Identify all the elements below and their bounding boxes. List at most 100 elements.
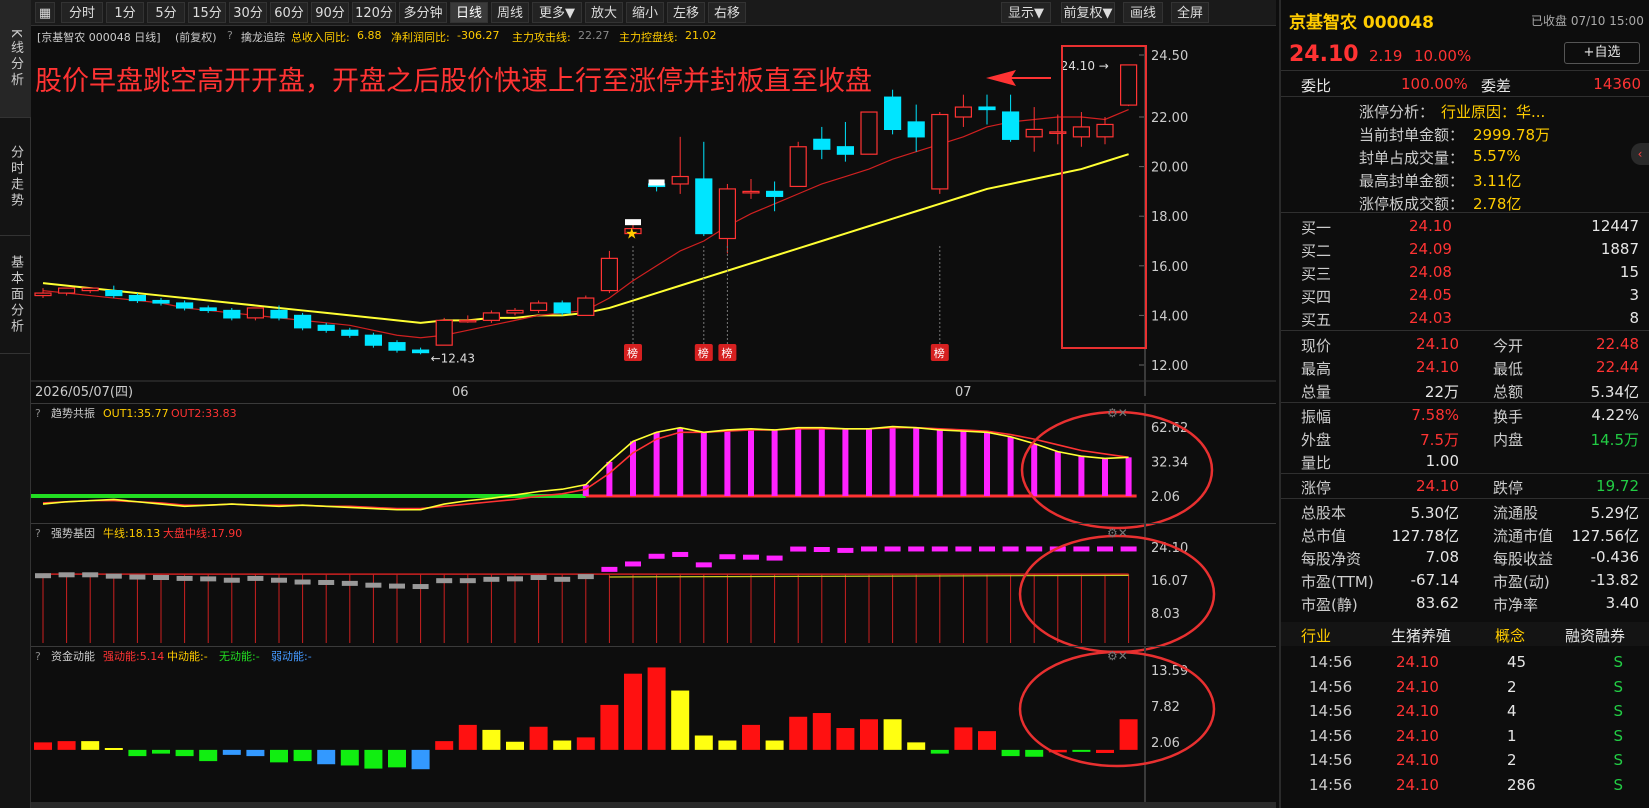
trend-tick-1: 32.34: [1151, 456, 1188, 471]
trend-bar-33: [818, 427, 825, 496]
money-gear-icon[interactable]: ⚙✕: [1107, 649, 1128, 663]
strength-help: ?: [35, 527, 41, 540]
price-pct: 10.00%: [1414, 47, 1472, 65]
kline-chart[interactable]: 24.50 22.00 20.00 18.00 16.00 14.00 12.00 股价早盘跳…: [31, 26, 1276, 808]
trend-bar-46: [1125, 457, 1132, 496]
quote-l2-1: 最低: [1493, 360, 1524, 378]
toolbar-right-1[interactable]: 显示▼: [1001, 2, 1051, 23]
money-bar-46: [1119, 719, 1138, 750]
info-tab-2[interactable]: 概念: [1495, 625, 1525, 646]
limit-value-4: 2.78亿: [1473, 195, 1522, 213]
toolbar-6[interactable]: 60分: [270, 2, 308, 23]
toolbar-14[interactable]: 缩小: [626, 2, 664, 23]
toolbar-right-4[interactable]: 全屏: [1171, 2, 1209, 23]
strength-block-2: [82, 572, 99, 578]
add-watchlist-button[interactable]: +自选: [1564, 42, 1640, 64]
bid-label-0: 买一: [1301, 219, 1332, 237]
quote-v2-1: 22.44: [1596, 358, 1639, 376]
money-bar-32: [789, 716, 808, 750]
candle-39: [954, 106, 973, 118]
candle-17: [435, 319, 453, 346]
toolbar-right-2[interactable]: 前复权▼: [1061, 2, 1115, 23]
trend-bar-43: [1054, 451, 1061, 496]
toolbar-16[interactable]: 右移: [708, 2, 746, 23]
bid-row-3: 买四 24.05 3: [1281, 283, 1649, 307]
candle-11: [294, 314, 312, 329]
toolbar-right-3[interactable]: 画线: [1123, 2, 1163, 23]
strength-block-11: [294, 579, 311, 585]
quote-row-7: 总股本 5.30亿 流通股 5.29亿: [1281, 499, 1649, 523]
toolbar-9[interactable]: 多分钟: [399, 2, 447, 23]
toolbar-1[interactable]: 分时: [61, 2, 103, 23]
limit-row-0: 涨停分析： 行业原因：华...: [1281, 98, 1649, 122]
bid-price-1: 24.09: [1409, 240, 1452, 258]
toolbar-4[interactable]: 15分: [188, 2, 226, 23]
quote-v2-10: -13.82: [1590, 571, 1639, 589]
trend-gear-icon[interactable]: ⚙✕: [1107, 406, 1128, 420]
trade-price-4: 24.10: [1396, 751, 1439, 769]
grid-icon[interactable]: ▦: [35, 2, 55, 23]
money-bar-17: [435, 741, 454, 750]
money-bar-15: [388, 749, 406, 768]
bid-label-3: 买四: [1301, 288, 1332, 306]
money-bar-40: [978, 731, 996, 750]
candle-4: [128, 294, 147, 302]
toolbar-15[interactable]: 左移: [667, 2, 705, 23]
strength-block-14: [365, 582, 382, 588]
toolbar-2[interactable]: 1分: [106, 2, 144, 23]
x-label-0: 2026/05/07(四): [35, 385, 133, 400]
limit-row-4: 涨停板成交额： 2.78亿: [1281, 190, 1649, 214]
strength-block-4: [129, 574, 146, 580]
toolbar-5[interactable]: 30分: [229, 2, 267, 23]
bid-label-4: 买五: [1301, 311, 1332, 329]
strength-title: 强势基因: [51, 527, 95, 540]
tab-minute-trend[interactable]: 分时走势: [0, 118, 31, 236]
toolbar-10[interactable]: 日线: [450, 2, 488, 23]
strength-block-19: [483, 576, 500, 582]
price-tick-1: 22.00: [1151, 111, 1188, 126]
trade-side-3: S: [1613, 726, 1623, 745]
h-scrollbar[interactable]: [31, 802, 1276, 808]
strength-gear-icon[interactable]: ⚙✕: [1107, 526, 1128, 540]
limit-label-1: 当前封单金额：: [1359, 126, 1465, 144]
candle-45: [1096, 123, 1114, 138]
toolbar-11[interactable]: 周线: [491, 2, 529, 23]
limit-row-2: 封单占成交量： 5.57%: [1281, 144, 1649, 168]
info-tab-0[interactable]: 行业: [1301, 625, 1331, 646]
info-tabs: 行业 生猪养殖 概念 融资融券: [1281, 622, 1649, 646]
tab-kline-analysis[interactable]: K线分析: [0, 0, 31, 118]
quote-l1-9: 每股净资: [1301, 550, 1362, 568]
money-bar-13: [340, 749, 359, 766]
bang-text-0: 榜: [627, 346, 638, 360]
price-tick-0: 24.50: [1151, 49, 1188, 64]
stock-name: 京基智农: [1289, 13, 1357, 33]
quote-v2-6: 19.72: [1596, 477, 1639, 495]
toolbar-7[interactable]: 90分: [311, 2, 349, 23]
strength-block-35: [861, 546, 877, 552]
quote-v2-2: 5.34亿: [1590, 383, 1639, 401]
quote-v1-2: 22万: [1424, 383, 1459, 401]
toolbar-8[interactable]: 120分: [352, 2, 396, 23]
info-tab-1[interactable]: 生猪养殖: [1391, 625, 1451, 646]
collapse-icon[interactable]: ‹: [1631, 143, 1649, 165]
toolbar-3[interactable]: 5分: [147, 2, 185, 23]
strength-block-36: [884, 546, 901, 552]
quote-l1-6: 涨停: [1301, 479, 1332, 497]
trend-bar-24: [606, 461, 613, 496]
trade-row-2: 14:56 24.10 4 S: [1281, 699, 1649, 723]
quote-v1-0: 24.10: [1416, 335, 1459, 353]
money-bar-36: [883, 719, 902, 750]
toolbar-12[interactable]: 更多▼: [532, 2, 582, 23]
info-tab-3[interactable]: 融资融券: [1565, 625, 1625, 646]
tab-fundamental[interactable]: 基本面分析: [0, 236, 31, 354]
candle-8: [223, 309, 241, 319]
limit-label-2: 封单占成交量：: [1359, 149, 1465, 167]
strength-block-44: [1073, 546, 1090, 552]
candle-42: [1025, 128, 1043, 138]
toolbar-13[interactable]: 放大: [585, 2, 623, 23]
trade-row-0: 14:56 24.10 45 S: [1281, 650, 1649, 674]
money-bar-4: [128, 749, 147, 757]
bang-text-3: 榜: [934, 346, 945, 360]
strength-block-39: [955, 546, 972, 552]
trend-title: 趋势共振: [51, 406, 95, 420]
